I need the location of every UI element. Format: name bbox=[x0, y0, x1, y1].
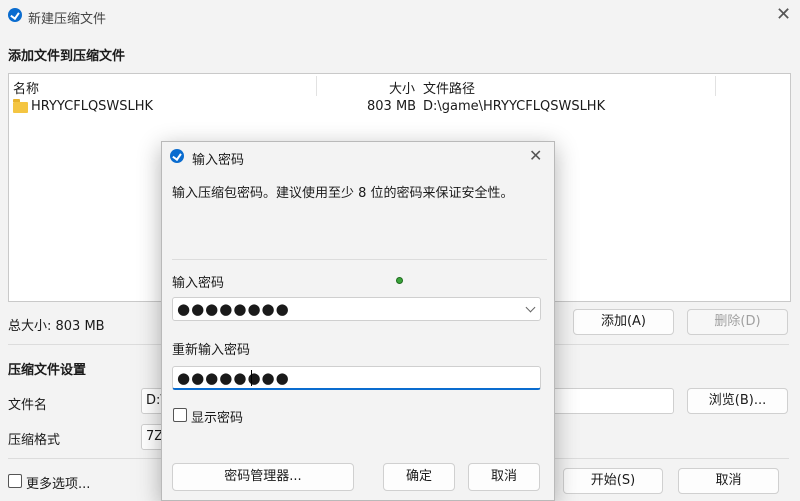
start-button[interactable]: 开始(S) bbox=[563, 468, 663, 494]
app-logo-icon bbox=[170, 149, 184, 163]
dialog-title: 输入密码 bbox=[192, 153, 245, 168]
format-label: 压缩格式 bbox=[8, 433, 61, 448]
dialog-description: 输入压缩包密码。建议使用至少 8 位的密码来保证安全性。 bbox=[172, 186, 514, 201]
window-title: 新建压缩文件 bbox=[28, 12, 107, 27]
reenter-password-input[interactable]: ●●●●●●●● bbox=[172, 366, 541, 390]
folder-icon bbox=[13, 99, 28, 113]
row-size: 803 MB bbox=[367, 99, 417, 114]
password-value: ●●●●●●●● bbox=[177, 300, 290, 318]
column-divider[interactable] bbox=[316, 76, 317, 96]
close-icon[interactable]: ✕ bbox=[776, 6, 791, 24]
column-header-name[interactable]: 名称 bbox=[13, 78, 39, 97]
table-row[interactable]: HRYYCFLQSWSLHK 803 MB D:\game\HRYYCFLQSW… bbox=[9, 96, 789, 116]
password-dialog: 输入密码 ✕ 输入压缩包密码。建议使用至少 8 位的密码来保证安全性。 输入密码… bbox=[161, 141, 555, 501]
column-divider[interactable] bbox=[715, 76, 716, 96]
browse-button[interactable]: 浏览(B)... bbox=[687, 388, 788, 414]
text-caret bbox=[251, 370, 252, 386]
more-options-label[interactable]: 更多选项... bbox=[26, 473, 90, 492]
password-manager-button[interactable]: 密码管理器... bbox=[172, 463, 354, 491]
add-files-heading: 添加文件到压缩文件 bbox=[8, 49, 126, 64]
more-options-checkbox[interactable] bbox=[8, 474, 22, 488]
password-label: 输入密码 bbox=[172, 276, 225, 291]
password-input[interactable]: ●●●●●●●● bbox=[172, 297, 541, 321]
reenter-password-value: ●●●●●●●● bbox=[177, 369, 290, 387]
filename-label: 文件名 bbox=[8, 398, 48, 413]
column-header-path[interactable]: 文件路径 bbox=[423, 78, 475, 97]
chevron-down-icon[interactable] bbox=[525, 302, 536, 313]
app-logo-icon bbox=[8, 8, 22, 22]
add-button[interactable]: 添加(A) bbox=[573, 309, 674, 335]
row-name: HRYYCFLQSWSLHK bbox=[31, 99, 154, 114]
title-bar: 新建压缩文件 ✕ bbox=[0, 0, 800, 32]
dialog-cancel-button[interactable]: 取消 bbox=[468, 463, 540, 491]
show-password-label[interactable]: 显示密码 bbox=[191, 407, 243, 426]
settings-heading: 压缩文件设置 bbox=[8, 363, 87, 378]
cancel-button[interactable]: 取消 bbox=[678, 468, 779, 494]
column-header-size[interactable]: 大小 bbox=[389, 78, 415, 97]
ok-button[interactable]: 确定 bbox=[383, 463, 455, 491]
total-size: 总大小: 803 MB bbox=[8, 319, 105, 334]
reenter-label: 重新输入密码 bbox=[172, 343, 251, 358]
row-path: D:\game\HRYYCFLQSWSLHK bbox=[423, 99, 606, 114]
show-password-checkbox[interactable] bbox=[173, 408, 187, 422]
status-dot-icon bbox=[396, 277, 403, 284]
remove-button[interactable]: 删除(D) bbox=[687, 309, 788, 335]
divider bbox=[172, 259, 547, 260]
dialog-close-icon[interactable]: ✕ bbox=[529, 148, 542, 164]
